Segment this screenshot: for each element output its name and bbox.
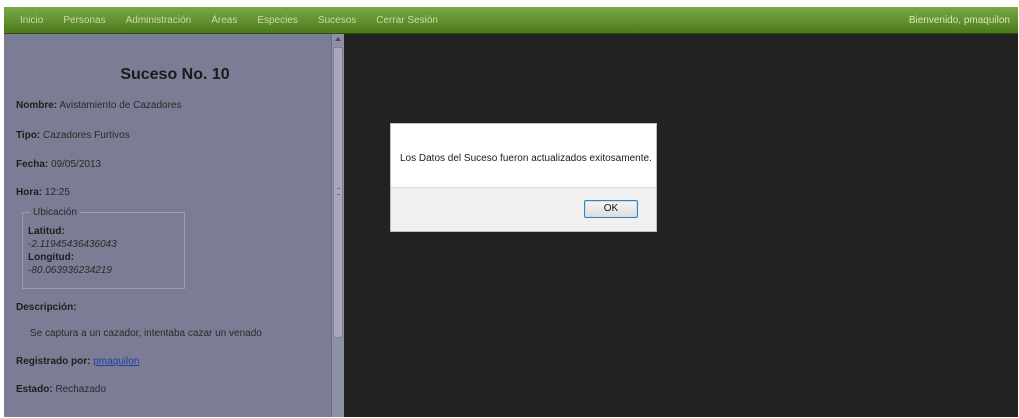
scroll-up-arrow-icon[interactable] bbox=[335, 37, 341, 41]
tipo-value: Cazadores Furtivos bbox=[43, 130, 130, 141]
field-fecha: Fecha: 09/05/2013 bbox=[16, 159, 101, 170]
longitud-value: -80.063936234219 bbox=[28, 265, 112, 276]
longitud-label: Longitud: bbox=[28, 252, 75, 263]
ubicacion-fieldset: Ubicación Latitud: -2.11945436436043 Lon… bbox=[22, 207, 185, 289]
field-registrado: Registrado por: pmaquilon bbox=[16, 356, 139, 367]
latitud-value: -2.11945436436043 bbox=[28, 239, 117, 250]
scrollbar-thumb[interactable] bbox=[333, 47, 343, 338]
suceso-title: Suceso No. 10 bbox=[120, 66, 230, 83]
nav-item-areas[interactable]: Áreas bbox=[201, 7, 247, 34]
estado-label: Estado: bbox=[16, 384, 53, 395]
estado-value: Rechazado bbox=[55, 384, 107, 395]
nav-item-administracion[interactable]: Administración bbox=[116, 7, 202, 34]
tipo-label: Tipo: bbox=[16, 130, 41, 141]
dialog-message: Los Datos del Suceso fueron actualizados… bbox=[400, 153, 652, 164]
nav-item-cerrar-sesion[interactable]: Cerrar Sesión bbox=[366, 7, 448, 34]
fecha-value: 09/05/2013 bbox=[51, 159, 102, 170]
nav-item-personas[interactable]: Personas bbox=[53, 7, 115, 34]
welcome-text: Bienvenido, pmaquilon bbox=[908, 15, 1010, 26]
ok-button[interactable]: OK bbox=[584, 200, 638, 218]
scrollbar-grip-icon bbox=[337, 188, 340, 195]
descripcion-text: Se captura a un cazador, intentaba cazar… bbox=[30, 328, 262, 339]
field-nombre: Nombre: Avistamiento de Cazadores bbox=[16, 100, 181, 111]
ubicacion-legend: Ubicación bbox=[30, 207, 80, 218]
nav-item-inicio[interactable]: Inicio bbox=[10, 7, 53, 34]
success-dialog: Los Datos del Suceso fueron actualizados… bbox=[390, 123, 657, 232]
field-estado: Estado: Rechazado bbox=[16, 384, 106, 395]
field-tipo: Tipo: Cazadores Furtivos bbox=[16, 130, 130, 141]
dialog-button-pane: OK bbox=[391, 187, 656, 231]
nav-item-sucesos[interactable]: Sucesos bbox=[308, 7, 366, 34]
registrado-user-link[interactable]: pmaquilon bbox=[93, 356, 139, 367]
latitud-label: Latitud: bbox=[28, 226, 65, 237]
registrado-label: Registrado por: bbox=[16, 356, 91, 367]
nombre-label: Nombre: bbox=[16, 100, 58, 111]
hora-value: 12:25 bbox=[44, 187, 70, 198]
hora-label: Hora: bbox=[16, 187, 43, 198]
nav-item-especies[interactable]: Especies bbox=[247, 7, 308, 34]
panel-scrollbar[interactable] bbox=[331, 34, 344, 417]
fecha-label: Fecha: bbox=[16, 159, 49, 170]
field-descripcion: Descripción: bbox=[16, 302, 77, 313]
top-navbar: Inicio Personas Administración Áreas Esp… bbox=[4, 7, 1018, 34]
nav-menu: Inicio Personas Administración Áreas Esp… bbox=[10, 7, 448, 34]
descripcion-label: Descripción: bbox=[16, 302, 77, 313]
field-hora: Hora: 12:25 bbox=[16, 187, 70, 198]
descripcion-value: Se captura a un cazador, intentaba cazar… bbox=[30, 328, 262, 339]
nombre-value: Avistamiento de Cazadores bbox=[59, 100, 182, 111]
suceso-detail-panel: Suceso No. 10 Nombre: Avistamiento de Ca… bbox=[4, 34, 344, 417]
app-frame: Inicio Personas Administración Áreas Esp… bbox=[4, 7, 1018, 417]
